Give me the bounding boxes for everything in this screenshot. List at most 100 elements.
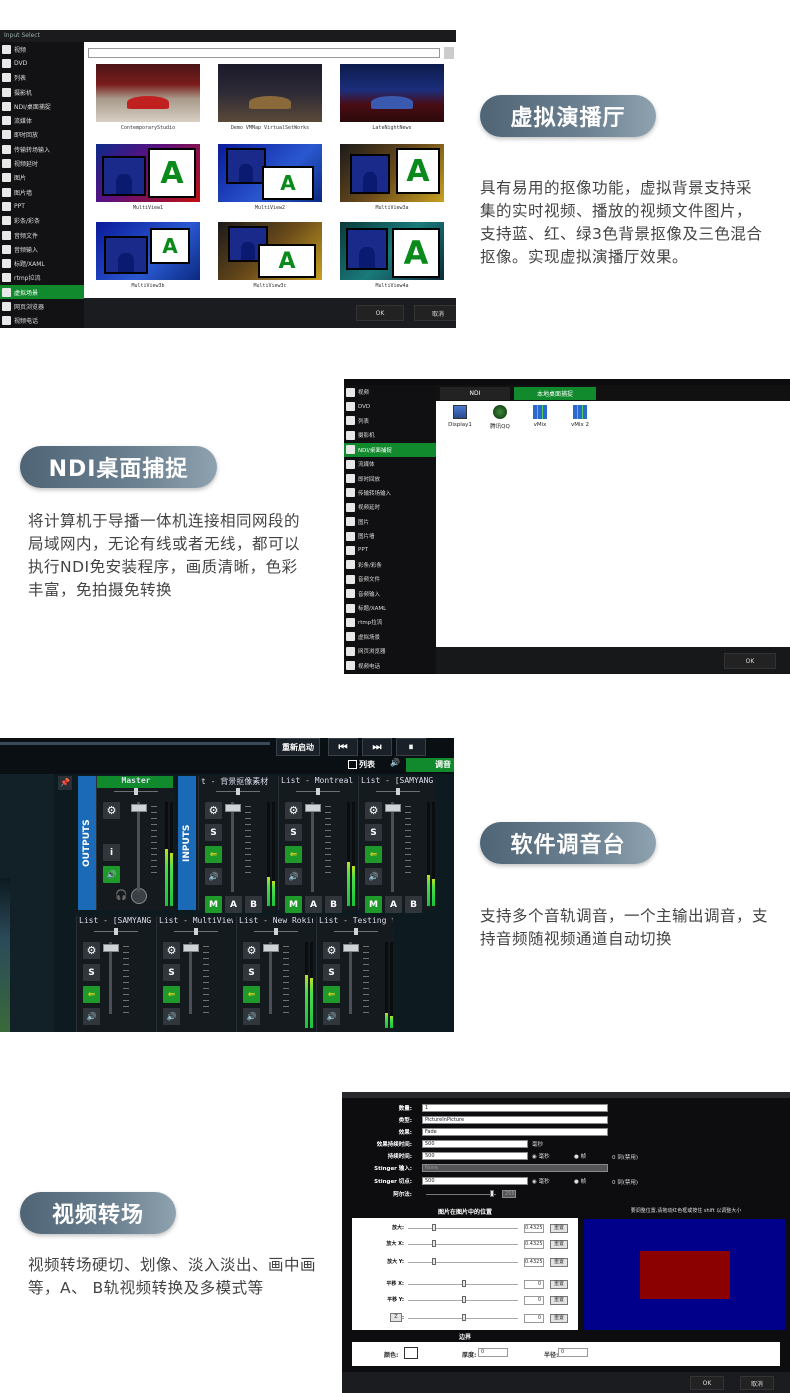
pause-icon[interactable]: ⏸ <box>396 738 426 756</box>
pip-value[interactable]: 0.4325 <box>524 1224 544 1233</box>
arrow-left-icon[interactable]: ⇐ <box>243 986 260 1003</box>
pip-slider-knob[interactable] <box>462 1314 466 1321</box>
volume-fader-knob[interactable] <box>343 944 359 952</box>
prev-icon[interactable]: ⏮ <box>328 738 358 756</box>
speaker-icon[interactable]: 🔊 <box>365 868 382 885</box>
radio-frame[interactable]: ● 帧 <box>574 1152 586 1160</box>
volume-fader-track[interactable] <box>137 802 140 892</box>
scroll-button[interactable] <box>444 47 454 59</box>
sidebar-item[interactable]: PPT <box>344 543 436 557</box>
sidebar-item[interactable]: 音频输入 <box>344 586 436 600</box>
pip-slider-knob[interactable] <box>462 1296 466 1303</box>
field-input[interactable]: 500 <box>422 1177 528 1185</box>
sidebar-item[interactable]: 视频 <box>344 385 436 399</box>
info-button[interactable]: i <box>103 844 120 861</box>
volume-fader-knob[interactable] <box>131 804 147 812</box>
volume-fader-knob[interactable] <box>225 804 241 812</box>
restart-button[interactable]: 重新启动 <box>276 738 320 756</box>
sidebar-item[interactable]: 音频输入 <box>0 242 84 256</box>
volume-fader-track[interactable] <box>349 942 352 1014</box>
speaker-icon[interactable]: 🔊 <box>243 1008 260 1025</box>
gear-icon[interactable]: ⚙ <box>323 942 340 959</box>
sidebar-item[interactable]: 视频电话 <box>0 314 84 328</box>
volume-fader-track[interactable] <box>269 942 272 1014</box>
sidebar-item[interactable]: 标题/XAML <box>344 601 436 615</box>
volume-fader-knob[interactable] <box>305 804 321 812</box>
pan-slider[interactable] <box>334 928 378 935</box>
pan-knob[interactable] <box>134 788 138 795</box>
bus-a-button[interactable]: A <box>385 896 402 913</box>
ok-button[interactable]: OK <box>724 653 776 669</box>
bus-a-button[interactable]: A <box>305 896 322 913</box>
sidebar-item[interactable]: 彩条/彩条 <box>0 214 84 228</box>
solo-button[interactable]: S <box>285 824 302 841</box>
sidebar-item[interactable]: 图片墙 <box>0 185 84 199</box>
bus-m-button[interactable]: M <box>285 896 302 913</box>
thickness-input[interactable]: 0 <box>478 1348 508 1357</box>
pip-value[interactable]: 0 <box>524 1296 544 1305</box>
solo-button[interactable]: S <box>243 964 260 981</box>
source-qq[interactable]: 腾讯QQ <box>482 405 518 430</box>
sidebar-item[interactable]: 列表 <box>344 414 436 428</box>
pip-slider[interactable] <box>408 1262 518 1263</box>
field-input[interactable]: 500 <box>422 1152 528 1160</box>
bus-m-button[interactable]: M <box>205 896 222 913</box>
sidebar-item[interactable]: 传输转场输入 <box>344 486 436 500</box>
gear-icon[interactable]: ⚙ <box>285 802 302 819</box>
sidebar-item[interactable]: 视频 <box>0 42 84 56</box>
pan-knob[interactable] <box>354 928 358 935</box>
z-button[interactable]: Z <box>390 1313 402 1322</box>
source-display1[interactable]: Display1 <box>442 405 478 428</box>
sidebar-item[interactable]: 列表 <box>0 71 84 85</box>
virtual-set-thumbnail[interactable] <box>96 64 200 122</box>
volume-fader-track[interactable] <box>189 942 192 1014</box>
volume-fader-knob[interactable] <box>183 944 199 952</box>
virtual-set-thumbnail[interactable]: A <box>340 222 444 280</box>
virtual-set-thumbnail[interactable]: A <box>96 222 200 280</box>
volume-fader-track[interactable] <box>391 802 394 892</box>
speaker-icon[interactable]: 🔊 <box>285 868 302 885</box>
next-icon[interactable]: ⏭ <box>362 738 392 756</box>
tab-desktop-capture[interactable]: 本地桌面捕捉 <box>514 387 596 400</box>
virtual-set-thumbnail[interactable] <box>218 64 322 122</box>
volume-fader-knob[interactable] <box>103 944 119 952</box>
sidebar-item[interactable]: rtmp拉流 <box>0 271 84 285</box>
bus-a-button[interactable]: A <box>225 896 242 913</box>
solo-button[interactable]: S <box>323 964 340 981</box>
sidebar-item[interactable]: 摄影机 <box>344 428 436 442</box>
field-input[interactable]: None <box>422 1164 608 1172</box>
speaker-icon[interactable]: 🔊 <box>205 868 222 885</box>
reset-button[interactable]: 重置 <box>550 1258 568 1267</box>
source-vmix2[interactable]: vMix 2 <box>562 405 598 428</box>
sidebar-item[interactable]: NDI/桌面捕捉 <box>344 442 436 457</box>
pan-slider[interactable] <box>376 788 420 795</box>
radius-input[interactable]: 0 <box>558 1348 588 1357</box>
speaker-icon[interactable]: 🔊 <box>103 866 120 883</box>
pan-knob[interactable] <box>236 788 240 795</box>
solo-button[interactable]: S <box>163 964 180 981</box>
ok-button[interactable]: OK <box>690 1376 724 1390</box>
field-input[interactable]: 1 <box>422 1104 608 1112</box>
sidebar-item[interactable]: 虚拟场景 <box>0 285 84 300</box>
sidebar-item[interactable]: 视频电话 <box>344 658 436 672</box>
color-swatch[interactable] <box>404 1347 418 1359</box>
pan-slider[interactable] <box>114 788 158 795</box>
arrow-left-icon[interactable]: ⇐ <box>83 986 100 1003</box>
field-input[interactable]: PictureInPicture <box>422 1116 608 1124</box>
sidebar-item[interactable]: DVD <box>0 56 84 70</box>
sidebar-item[interactable]: 即时回放 <box>344 471 436 485</box>
gear-icon[interactable]: ⚙ <box>83 942 100 959</box>
gear-icon[interactable]: ⚙ <box>205 802 222 819</box>
bus-b-button[interactable]: B <box>325 896 342 913</box>
bus-m-button[interactable]: M <box>365 896 382 913</box>
pan-knob[interactable] <box>194 928 198 935</box>
alpha-slider-knob[interactable] <box>490 1190 494 1197</box>
solo-button[interactable]: S <box>365 824 382 841</box>
gear-icon[interactable]: ⚙ <box>103 802 120 819</box>
solo-button[interactable]: S <box>205 824 222 841</box>
gear-icon[interactable]: ⚙ <box>243 942 260 959</box>
source-vmix[interactable]: vMix <box>522 405 558 428</box>
sidebar-item[interactable]: 音频文件 <box>344 572 436 586</box>
virtual-set-thumbnail[interactable]: A <box>218 144 322 202</box>
sidebar-item[interactable]: DVD <box>344 399 436 413</box>
